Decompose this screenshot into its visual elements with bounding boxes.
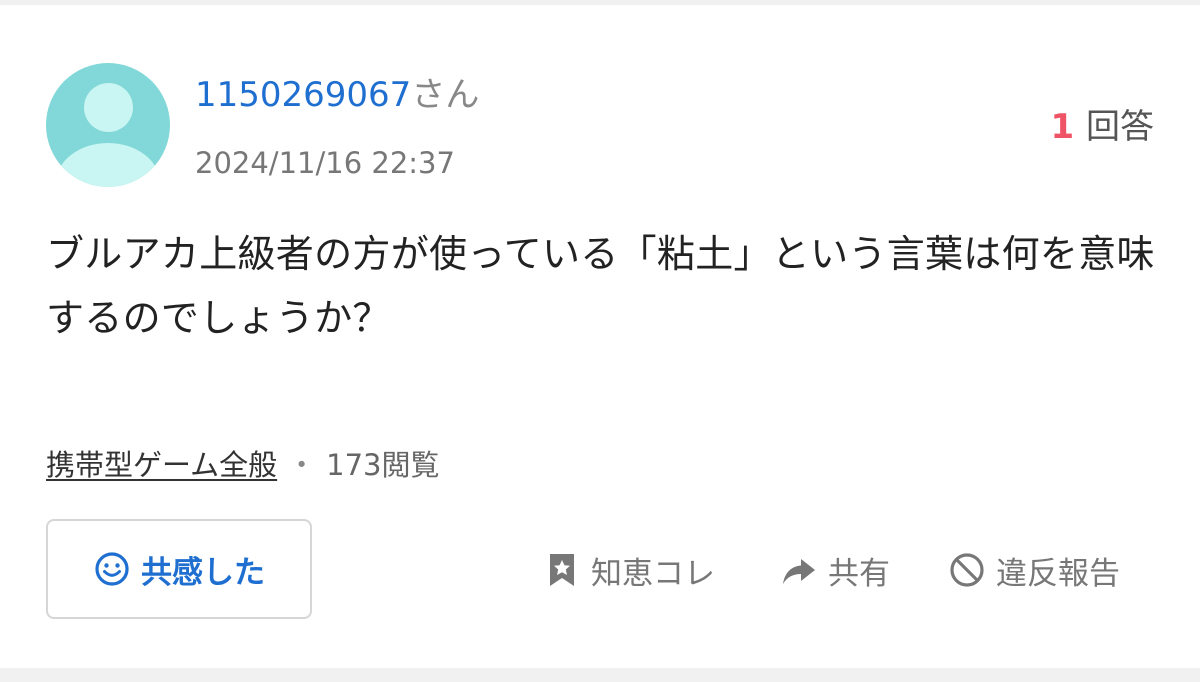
view-count: 173閲覧 [326,448,440,482]
report-label: 違反報告 [996,555,1120,592]
user-suffix: さん [411,75,480,115]
answer-count[interactable]: 1 回答 [1050,106,1154,148]
answer-count-label: 回答 [1086,107,1154,147]
user-id[interactable]: 1150269067 [195,75,411,115]
empathy-button-label: 共感した [141,554,265,591]
chie-kore-button[interactable]: 知恵コレ [543,545,715,595]
question-text: ブルアカ上級者の方が使っている「粘土」という言葉は何を意味するのでしょうか？ [46,232,1155,340]
top-divider [0,0,1200,5]
share-arrow-icon [783,559,815,584]
smile-icon [95,552,129,586]
category-link[interactable]: 携帯型ゲーム全般 [46,448,277,482]
prohibited-icon [950,553,984,587]
share-label: 共有 [828,555,890,592]
username[interactable]: 1150269067さん [195,74,479,116]
user-avatar-icon[interactable] [46,63,170,187]
share-button[interactable]: 共有 [780,545,890,595]
empathy-button[interactable]: 共感した [46,519,312,619]
meta-separator: ・ [287,448,317,482]
answer-count-number: 1 [1050,107,1075,147]
avatar-head [84,83,133,132]
bottom-divider [0,668,1200,682]
post-timestamp: 2024/11/16 22:37 [195,146,455,180]
bookmark-star-icon [550,554,574,586]
chie-kore-label: 知恵コレ [591,555,715,592]
avatar-body [56,143,160,187]
report-button[interactable]: 違反報告 [948,545,1120,595]
question-meta: 携帯型ゲーム全般・ 173閲覧 [46,445,440,485]
